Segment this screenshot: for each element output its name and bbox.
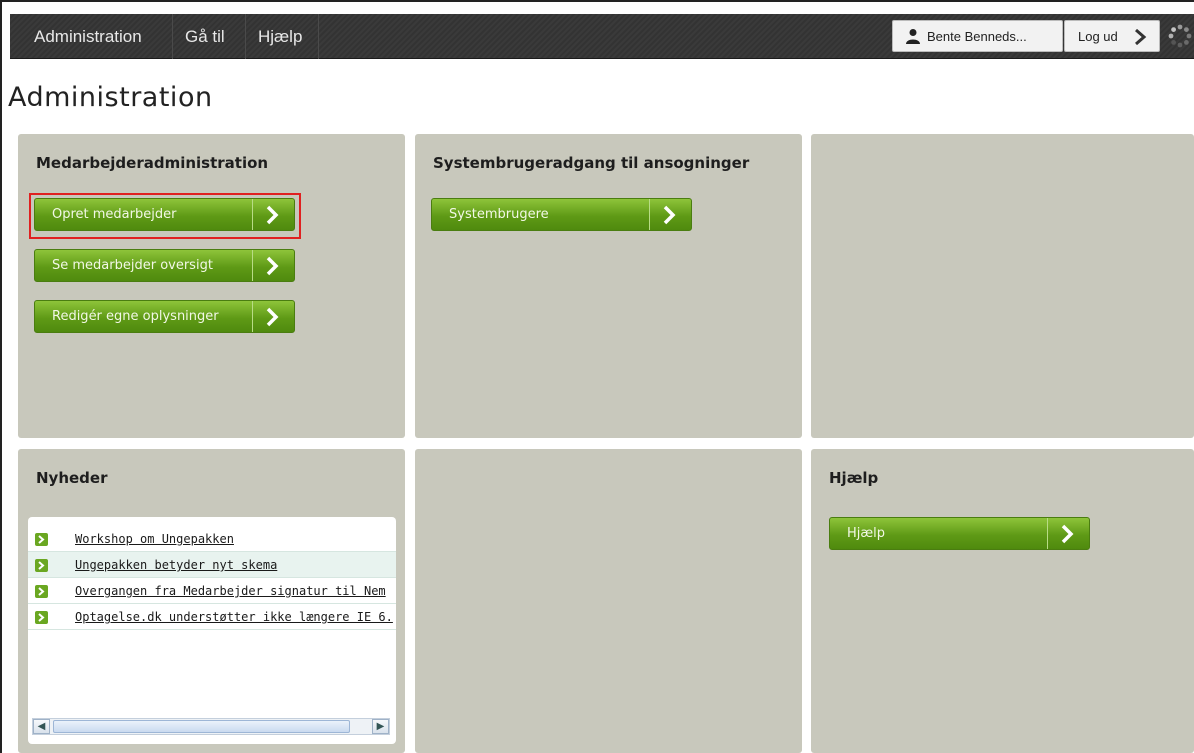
panel-title-nyheder: Nyheder [36,469,108,487]
nav-separator [318,14,319,59]
arrow-area [1047,518,1089,549]
news-list: Workshop om Ungepakken Ungepakken betyde… [28,517,396,744]
loading-spinner-icon [1168,24,1192,48]
nav-gaa-til[interactable]: Gå til [175,14,235,59]
arrow-bullet-icon [35,585,48,598]
chevron-right-icon [266,256,279,276]
panel-empty-bottom-middle [415,449,802,753]
scroll-right-button[interactable]: ▶ [372,719,389,734]
chevron-right-icon [1061,524,1074,544]
button-label: Systembrugere [449,207,549,222]
panel-empty-top-right [811,134,1194,438]
scroll-left-button[interactable]: ◀ [33,719,50,734]
panel-hjaelp: Hjælp [811,449,1194,753]
panel-medarbejderadministration: Medarbejderadministration [18,134,405,438]
panel-title-system: Systembrugeradgang til ansogninger [433,154,750,172]
highlight-box [29,193,301,239]
list-item: Optagelse.dk understøtter ikke længere I… [28,604,396,630]
horizontal-scrollbar[interactable]: ◀ ▶ [32,718,390,735]
list-item: Ungepakken betyder nyt skema [28,552,396,578]
nav-hjaelp[interactable]: Hjælp [248,14,312,59]
panel-title-hjaelp: Hjælp [829,469,879,487]
chevron-right-icon [1135,29,1147,45]
news-link[interactable]: Ungepakken betyder nyt skema [75,558,277,572]
nav-separator [245,14,246,59]
logout-button[interactable]: Log ud [1064,20,1160,52]
arrow-area [252,250,294,281]
arrow-bullet-icon [35,533,48,546]
hjaelp-button[interactable]: Hjælp [829,517,1090,550]
chevron-right-icon [266,307,279,327]
scroll-thumb[interactable] [53,720,350,733]
systembrugere-button[interactable]: Systembrugere [431,198,692,231]
panel-systembrugeradgang: Systembrugeradgang til ansogninger [415,134,802,438]
user-icon [906,29,920,44]
list-item: Overgangen fra Medarbejder signatur til … [28,578,396,604]
top-nav-bar: Administration Gå til Hjælp Bente Benned… [10,14,1194,59]
chevron-right-icon [663,205,676,225]
se-medarbejder-oversigt-button[interactable]: Se medarbejder oversigt [34,249,295,282]
button-label: Hjælp [847,526,886,541]
user-name: Bente Benneds... [927,29,1027,44]
nav-administration[interactable]: Administration [24,14,152,59]
arrow-bullet-icon [35,611,48,624]
nav-separator [172,14,173,59]
panel-title-medarbejder: Medarbejderadministration [36,154,269,172]
user-menu-button[interactable]: Bente Benneds... [892,20,1063,52]
page-title: Administration [8,82,213,113]
arrow-bullet-icon [35,559,48,572]
news-link[interactable]: Workshop om Ungepakken [75,532,234,546]
button-label: Se medarbejder oversigt [52,258,213,273]
news-link[interactable]: Optagelse.dk understøtter ikke længere I… [75,610,393,624]
arrow-area [252,301,294,332]
logout-label: Log ud [1078,29,1118,44]
button-label: Redigér egne oplysninger [52,309,219,324]
list-item: Workshop om Ungepakken [28,526,396,552]
arrow-area [649,199,691,230]
rediger-egne-oplysninger-button[interactable]: Redigér egne oplysninger [34,300,295,333]
news-link[interactable]: Overgangen fra Medarbejder signatur til … [75,584,386,598]
